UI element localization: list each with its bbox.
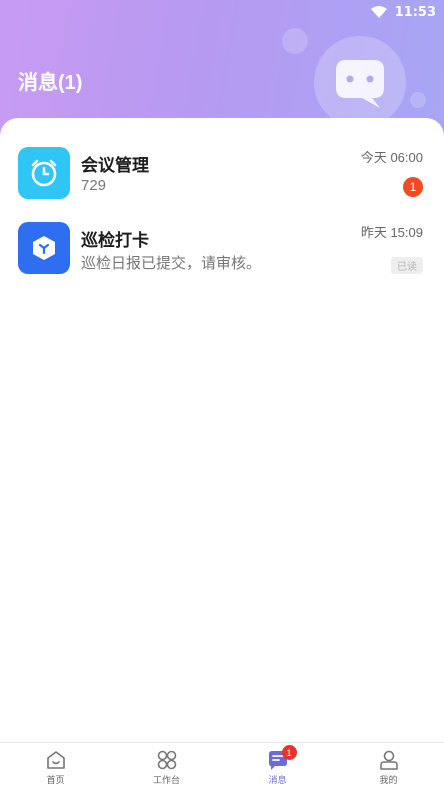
tab-messages[interactable]: 1 消息 xyxy=(222,743,333,790)
tab-workbench[interactable]: 工作台 xyxy=(111,743,222,790)
chat-bubble-icon xyxy=(312,34,408,130)
message-item-inspection[interactable]: 巡检打卡 巡检日报已提交，请审核。 昨天 15:09 已读 xyxy=(0,222,444,284)
message-item-meeting[interactable]: 会议管理 729 今天 06:00 1 xyxy=(0,147,444,209)
decor-circle xyxy=(282,28,308,54)
cube-icon xyxy=(18,222,70,274)
tab-badge: 1 xyxy=(281,745,297,760)
home-icon xyxy=(46,751,65,769)
tab-mine[interactable]: 我的 xyxy=(333,743,444,790)
message-list: 会议管理 729 今天 06:00 1 巡检打卡 巡检日报已提交，请审核。 昨天… xyxy=(0,118,444,742)
read-badge: 已读 xyxy=(391,257,423,274)
tab-home[interactable]: 首页 xyxy=(0,743,111,790)
grid-icon xyxy=(157,750,176,770)
tab-label: 首页 xyxy=(46,775,65,785)
tab-label: 我的 xyxy=(379,775,398,785)
wifi-icon xyxy=(370,6,387,18)
user-icon xyxy=(379,750,398,770)
message-subtitle: 729 xyxy=(81,177,107,194)
message-time: 昨天 15:09 xyxy=(360,225,423,240)
alarm-clock-icon xyxy=(18,147,70,199)
message-time: 今天 06:00 xyxy=(360,150,423,165)
page-title: 消息(1) xyxy=(18,72,83,94)
tab-label: 工作台 xyxy=(152,775,180,785)
decor-circle xyxy=(410,92,426,108)
message-subtitle: 巡检日报已提交，请审核。 xyxy=(81,255,262,272)
tab-label: 消息 xyxy=(268,775,287,785)
message-title: 会议管理 xyxy=(81,156,149,175)
unread-badge: 1 xyxy=(403,177,423,197)
tab-bar: 首页 工作台 1 消息 我的 xyxy=(0,742,444,790)
status-time: 11:53 xyxy=(394,4,436,20)
message-title: 巡检打卡 xyxy=(81,231,149,250)
status-bar: 11:53 xyxy=(370,0,444,24)
